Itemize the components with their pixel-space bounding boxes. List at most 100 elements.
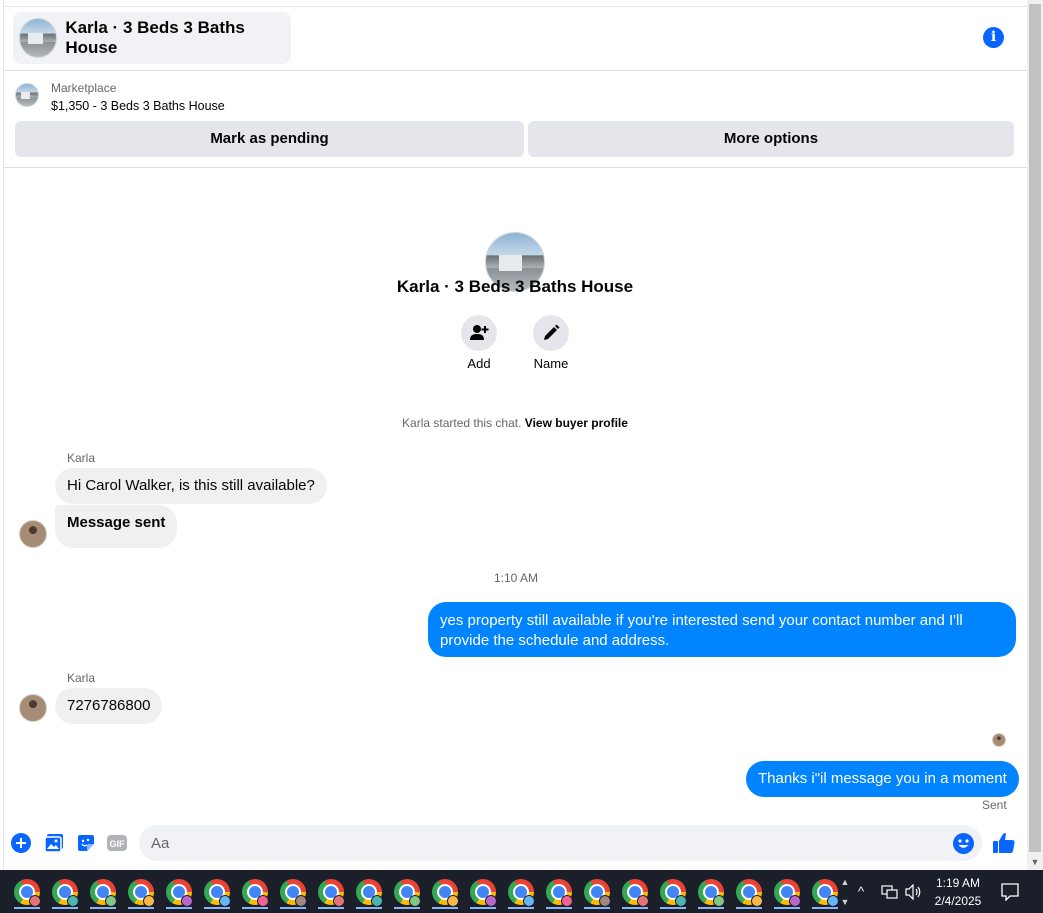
- message-input[interactable]: [139, 825, 982, 861]
- taskbar-chrome-app[interactable]: [388, 875, 426, 909]
- profile-badge-icon: [67, 895, 79, 907]
- profile-badge-icon: [675, 895, 687, 907]
- divider: [4, 167, 1027, 168]
- profile-badge-icon: [713, 895, 725, 907]
- taskbar-chrome-app[interactable]: [578, 875, 616, 909]
- clock-time[interactable]: 1:19 AM: [930, 876, 986, 890]
- running-indicator: [356, 907, 382, 909]
- listing-thumbnail: [15, 83, 39, 107]
- thumbs-up-icon[interactable]: [992, 831, 1016, 855]
- taskbar-chrome-app[interactable]: [730, 875, 768, 909]
- running-indicator: [204, 907, 230, 909]
- outgoing-message[interactable]: yes property still available if you're i…: [428, 602, 1016, 657]
- taskbar-chrome-app[interactable]: [350, 875, 388, 909]
- profile-badge-icon: [485, 895, 497, 907]
- sender-name: Karla: [67, 671, 96, 685]
- notification-icon[interactable]: [1001, 883, 1019, 902]
- running-indicator: [546, 907, 572, 909]
- running-indicator: [242, 907, 268, 909]
- taskbar-chrome-app[interactable]: [274, 875, 312, 909]
- conversation-title: Karla · 3 Beds 3 Baths House: [65, 18, 245, 57]
- taskbar-chrome-app[interactable]: [692, 875, 730, 909]
- sticker-icon[interactable]: [75, 832, 97, 854]
- plus-icon[interactable]: [10, 832, 32, 854]
- taskbar-chrome-app[interactable]: [312, 875, 350, 909]
- running-indicator: [166, 907, 192, 909]
- running-indicator: [698, 907, 724, 909]
- running-indicator: [14, 907, 40, 909]
- outgoing-message[interactable]: Thanks i"il message you in a moment: [746, 761, 1019, 797]
- add-label: Add: [467, 356, 491, 371]
- network-icon[interactable]: [881, 884, 899, 900]
- running-indicator: [774, 907, 800, 909]
- taskbar-chrome-app[interactable]: [236, 875, 274, 909]
- taskbar-apps: [8, 875, 844, 909]
- taskbar-chrome-app[interactable]: [8, 875, 46, 909]
- tray-chevron-up-icon[interactable]: ^: [858, 884, 864, 899]
- running-indicator: [128, 907, 154, 909]
- scroll-down-arrow-icon[interactable]: ▼: [1027, 854, 1043, 870]
- profile-badge-icon: [447, 895, 459, 907]
- taskbar-chrome-app[interactable]: [540, 875, 578, 909]
- profile-badge-icon: [333, 895, 345, 907]
- profile-badge-icon: [789, 895, 801, 907]
- taskbar-chrome-app[interactable]: [160, 875, 198, 909]
- view-buyer-profile-link[interactable]: View buyer profile: [525, 416, 628, 430]
- listing-title[interactable]: $1,350 - 3 Beds 3 Baths House: [51, 99, 225, 113]
- taskbar-chrome-app[interactable]: [616, 875, 654, 909]
- running-indicator: [280, 907, 306, 909]
- edit-name-button[interactable]: [533, 315, 569, 351]
- more-options-button[interactable]: More options: [528, 121, 1014, 157]
- profile-badge-icon: [409, 895, 421, 907]
- sender-avatar[interactable]: [19, 520, 47, 548]
- taskbar-chrome-app[interactable]: [84, 875, 122, 909]
- profile-badge-icon: [219, 895, 231, 907]
- conversation-title-button[interactable]: Karla · 3 Beds 3 Baths House: [13, 12, 291, 64]
- profile-badge-icon: [105, 895, 117, 907]
- taskbar-chrome-app[interactable]: [502, 875, 540, 909]
- incoming-message[interactable]: Hi Carol Walker, is this still available…: [55, 468, 327, 504]
- incoming-message[interactable]: Message sent: [55, 505, 178, 548]
- add-person-button[interactable]: [461, 315, 497, 351]
- taskbar-chrome-app[interactable]: [768, 875, 806, 909]
- running-indicator: [508, 907, 534, 909]
- seen-receipt-avatar: [992, 733, 1006, 747]
- profile-badge-icon: [29, 895, 41, 907]
- taskbar-chrome-app[interactable]: [426, 875, 464, 909]
- running-indicator: [432, 907, 458, 909]
- profile-badge-icon: [561, 895, 573, 907]
- sender-avatar[interactable]: [19, 694, 47, 722]
- profile-name: Karla · 3 Beds 3 Baths House: [396, 277, 634, 296]
- taskbar-scroll[interactable]: ▲ ▼: [838, 872, 852, 912]
- window-left-edge: [0, 0, 4, 870]
- sender-name: Karla: [67, 451, 96, 465]
- taskbar-chrome-app[interactable]: [464, 875, 502, 909]
- running-indicator: [52, 907, 78, 909]
- gif-label: GIF: [110, 839, 126, 849]
- running-indicator: [584, 907, 610, 909]
- taskbar-chrome-app[interactable]: [122, 875, 160, 909]
- name-label: Name: [533, 356, 569, 371]
- running-indicator: [470, 907, 496, 909]
- taskbar-chrome-app[interactable]: [654, 875, 692, 909]
- profile-badge-icon: [257, 895, 269, 907]
- mark-as-pending-button[interactable]: Mark as pending: [15, 121, 524, 157]
- profile-badge-icon: [143, 895, 155, 907]
- chat-started-text: Karla started this chat.: [402, 416, 522, 430]
- profile-badge-icon: [751, 895, 763, 907]
- running-indicator: [394, 907, 420, 909]
- emoji-icon[interactable]: [953, 833, 974, 854]
- running-indicator: [622, 907, 648, 909]
- running-indicator: [318, 907, 344, 909]
- scrollbar-thumb[interactable]: [1029, 4, 1041, 852]
- info-icon[interactable]: i: [983, 27, 1004, 48]
- incoming-message[interactable]: 7276786800: [55, 688, 163, 724]
- taskbar-chrome-app[interactable]: [46, 875, 84, 909]
- photo-icon[interactable]: [43, 832, 65, 854]
- taskbar-chrome-app[interactable]: [198, 875, 236, 909]
- running-indicator: [736, 907, 762, 909]
- gif-icon[interactable]: GIF: [106, 832, 128, 854]
- volume-icon[interactable]: [905, 883, 923, 901]
- clock-date[interactable]: 2/4/2025: [930, 894, 986, 908]
- chat-started-notice: Karla started this chat. View buyer prof…: [0, 416, 1030, 430]
